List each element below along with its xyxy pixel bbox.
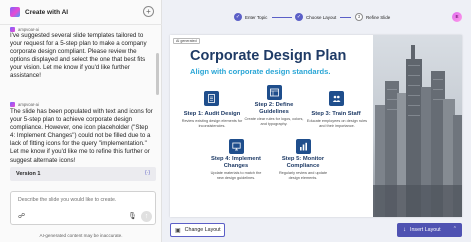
chat-panel: Create with AI + ampvoar-ai I've suggest… bbox=[0, 0, 162, 242]
step-refine-slide[interactable]: 3 Refine Slide bbox=[355, 13, 390, 21]
step-1-desc: Review existing design elements for inco… bbox=[181, 119, 243, 128]
panel-title: Create with AI bbox=[25, 8, 69, 16]
assistant-message: The slide has been populated with text a… bbox=[10, 108, 153, 164]
slide-subtitle: Align with corporate design standards. bbox=[190, 67, 331, 76]
scrollbar-thumb[interactable] bbox=[156, 53, 159, 95]
step-5-desc: Regularly review and update design eleme… bbox=[278, 171, 328, 180]
copilot-logo-icon bbox=[10, 7, 20, 17]
checkmark-icon: ✓ bbox=[234, 13, 242, 21]
slide-preview: AI generated Corporate Design Plan Align… bbox=[170, 35, 462, 217]
microphone-icon[interactable]: 🎙 bbox=[128, 212, 137, 221]
new-chat-icon[interactable]: + bbox=[143, 6, 154, 17]
step-2-title: Step 2: Define Guidelines bbox=[254, 102, 294, 115]
user-avatar[interactable]: E bbox=[452, 12, 462, 22]
assistant-message: I've suggested several slide templates t… bbox=[10, 32, 147, 80]
bar-chart-icon bbox=[296, 139, 311, 154]
step-connector bbox=[340, 17, 351, 18]
arrow-down-icon: ↓ bbox=[403, 227, 406, 233]
chat-scrollbar[interactable] bbox=[156, 25, 159, 190]
code-icon: {·} bbox=[144, 170, 150, 176]
step-5-title: Step 5: Monitor Compliance bbox=[281, 156, 325, 169]
step-4-desc: Update materials to match the new design… bbox=[210, 171, 262, 180]
chevron-up-icon[interactable]: ⌃ bbox=[453, 226, 457, 232]
progress-stepper: ✓ Enter Topic ✓ Choose Layout 3 Refine S… bbox=[162, 0, 471, 34]
step-1-title: Step 1: Audit Design bbox=[183, 111, 241, 117]
city-skyline-image bbox=[373, 35, 462, 217]
prompt-input[interactable]: Describe the slide you would like to cre… bbox=[18, 197, 116, 203]
step-3-desc: Educate employees on design rules and th… bbox=[306, 119, 368, 128]
step-number: 3 bbox=[355, 13, 363, 21]
divider bbox=[0, 24, 162, 25]
ai-avatar-icon bbox=[10, 102, 15, 107]
ai-disclaimer: AI-generated content may be inaccurate. bbox=[39, 233, 123, 238]
prompt-input-box[interactable]: Describe the slide you would like to cre… bbox=[10, 191, 156, 225]
layout-icon: ▣ bbox=[175, 227, 181, 234]
version-card[interactable]: Version 1 {·} bbox=[10, 167, 156, 181]
tools-icon bbox=[229, 139, 244, 154]
ai-generated-badge: AI generated bbox=[173, 38, 200, 44]
change-layout-button[interactable]: ▣ Change Layout bbox=[170, 223, 225, 237]
guidelines-icon bbox=[267, 85, 282, 100]
step-enter-topic[interactable]: ✓ Enter Topic bbox=[234, 13, 267, 21]
step-4-title: Step 4: Implement Changes bbox=[211, 156, 261, 169]
version-label: Version 1 bbox=[16, 171, 41, 177]
step-3-title: Step 3: Train Staff bbox=[311, 111, 361, 117]
slide-title: Corporate Design Plan bbox=[190, 48, 347, 64]
panel-header: Create with AI bbox=[0, 0, 162, 24]
insert-layout-label: Insert Layout bbox=[410, 227, 441, 233]
change-layout-label: Change Layout bbox=[184, 227, 221, 233]
checkmark-icon: ✓ bbox=[295, 13, 303, 21]
insert-layout-button[interactable]: ↓ Insert Layout ⌃ bbox=[397, 223, 462, 237]
attach-icon[interactable]: ☍ bbox=[18, 213, 26, 221]
step-2-desc: Create clear rules for logos, colors, an… bbox=[244, 117, 304, 126]
step-connector bbox=[272, 17, 292, 18]
step-choose-layout[interactable]: ✓ Choose Layout bbox=[295, 13, 336, 21]
message-author: ampvoar-ai bbox=[10, 102, 39, 107]
people-icon bbox=[329, 91, 344, 106]
document-icon bbox=[204, 91, 219, 106]
send-button[interactable]: ↑ bbox=[141, 211, 152, 222]
